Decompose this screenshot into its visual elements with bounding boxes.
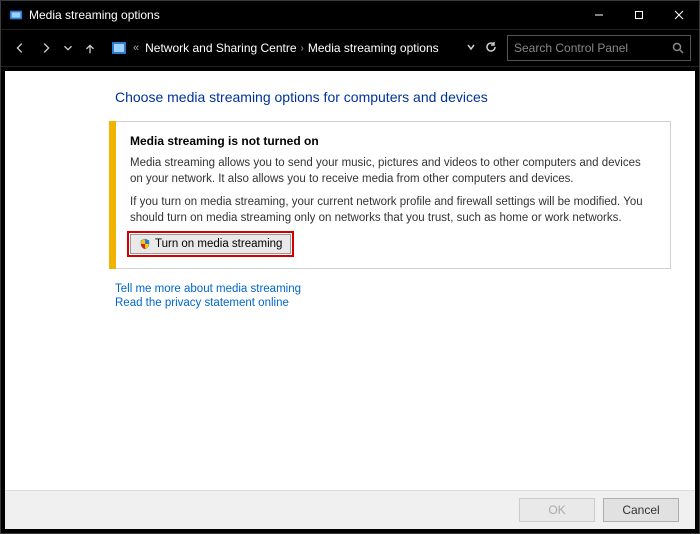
maximize-button[interactable] bbox=[619, 1, 659, 29]
forward-button[interactable] bbox=[35, 37, 57, 59]
recent-locations-button[interactable] bbox=[61, 37, 75, 59]
breadcrumb-prefix-icon: « bbox=[133, 42, 139, 54]
breadcrumb-part-2[interactable]: Media streaming options bbox=[308, 41, 439, 55]
content: Choose media streaming options for compu… bbox=[5, 71, 695, 529]
address-dropdown-button[interactable] bbox=[465, 41, 477, 56]
page-title: Choose media streaming options for compu… bbox=[115, 89, 671, 105]
titlebar-left: Media streaming options bbox=[9, 8, 160, 22]
breadcrumb-separator-icon: › bbox=[301, 43, 304, 54]
shield-icon bbox=[139, 238, 151, 250]
dialog-button-row: OK Cancel bbox=[5, 490, 695, 529]
navbar: « Network and Sharing Centre › Media str… bbox=[1, 29, 699, 67]
content-wrap: Choose media streaming options for compu… bbox=[1, 67, 699, 533]
turn-on-media-streaming-button[interactable]: Turn on media streaming bbox=[130, 234, 291, 254]
titlebar: Media streaming options bbox=[1, 1, 699, 29]
content-inner: Choose media streaming options for compu… bbox=[5, 71, 695, 309]
search-input[interactable]: Search Control Panel bbox=[507, 35, 691, 61]
links: Tell me more about media streaming Read … bbox=[115, 283, 671, 309]
info-panel: Media streaming is not turned on Media s… bbox=[115, 121, 671, 269]
window-title: Media streaming options bbox=[29, 8, 160, 22]
up-button[interactable] bbox=[79, 37, 101, 59]
back-button[interactable] bbox=[9, 37, 31, 59]
control-panel-icon bbox=[111, 40, 127, 56]
window-controls bbox=[579, 1, 699, 29]
minimize-button[interactable] bbox=[579, 1, 619, 29]
panel-paragraph-2: If you turn on media streaming, your cur… bbox=[130, 195, 656, 226]
panel-title: Media streaming is not turned on bbox=[130, 134, 656, 148]
search-placeholder: Search Control Panel bbox=[514, 41, 628, 55]
privacy-statement-link[interactable]: Read the privacy statement online bbox=[115, 297, 671, 309]
close-button[interactable] bbox=[659, 1, 699, 29]
window: Media streaming options bbox=[0, 0, 700, 534]
address-bar[interactable]: « Network and Sharing Centre › Media str… bbox=[105, 40, 461, 56]
app-icon bbox=[9, 8, 23, 22]
address-bar-controls bbox=[465, 41, 503, 56]
panel-paragraph-1: Media streaming allows you to send your … bbox=[130, 156, 656, 187]
tell-me-more-link[interactable]: Tell me more about media streaming bbox=[115, 283, 671, 295]
breadcrumb: Network and Sharing Centre › Media strea… bbox=[145, 41, 439, 55]
search-icon bbox=[672, 42, 684, 54]
breadcrumb-part-1[interactable]: Network and Sharing Centre bbox=[145, 41, 296, 55]
turn-on-button-label: Turn on media streaming bbox=[155, 238, 282, 250]
cancel-button[interactable]: Cancel bbox=[603, 498, 679, 522]
ok-button: OK bbox=[519, 498, 595, 522]
refresh-button[interactable] bbox=[485, 41, 497, 56]
